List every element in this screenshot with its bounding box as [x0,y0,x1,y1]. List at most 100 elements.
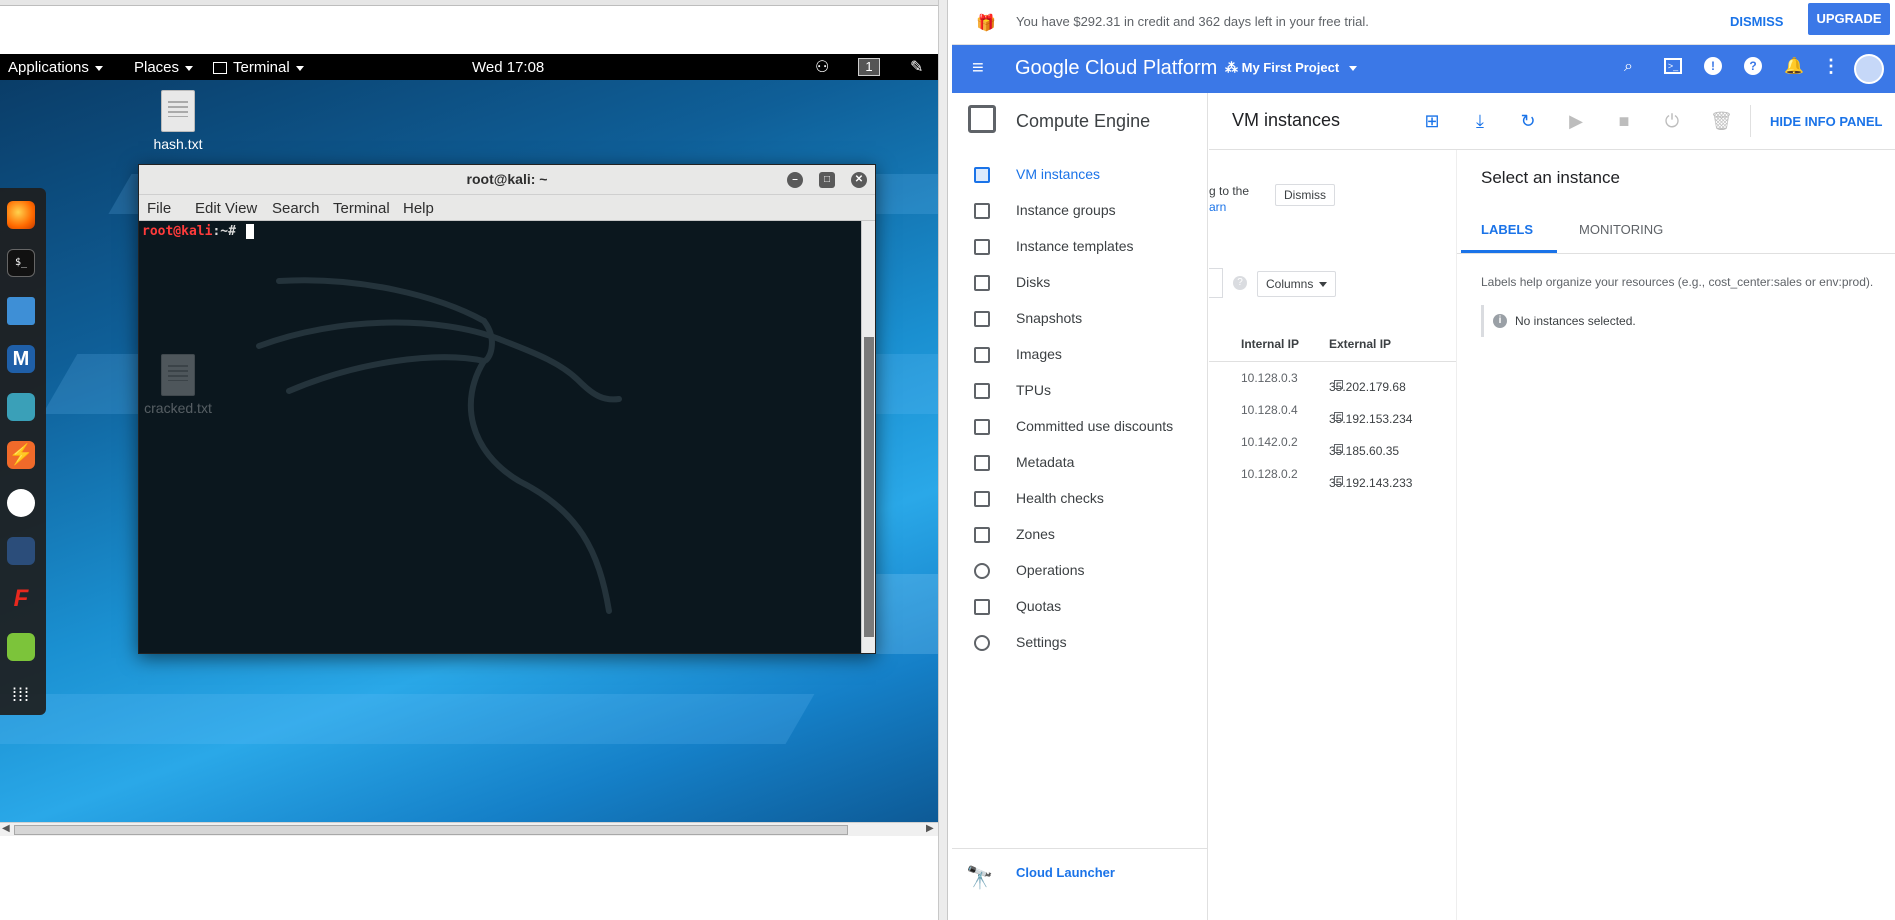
project-selector[interactable]: ⁂ My First Project [1225,60,1357,76]
alert-icon[interactable]: ! [1704,57,1722,75]
delete-icon[interactable]: 🗑 [1710,111,1733,131]
scrollbar-thumb[interactable] [864,337,874,637]
stop-icon[interactable]: ■ [1614,111,1634,131]
power-menu-icon[interactable]: ✎ [910,57,923,77]
menu-hamburger-icon[interactable]: ≡ [972,58,984,78]
filter-input[interactable] [1209,268,1223,298]
desktop-icon-cracked[interactable]: cracked.txt [143,354,213,416]
beef-icon[interactable] [7,537,35,565]
terminal-titlebar[interactable]: root@kali: ~ – □ ✕ [139,165,875,195]
banner-dismiss-button[interactable]: Dismiss [1275,184,1335,206]
faraday-icon[interactable]: F [7,585,35,613]
text-file-icon [161,354,195,396]
nav-instance-groups[interactable]: Instance groups [952,193,1208,229]
create-instance-icon[interactable]: ⊞ [1422,111,1442,131]
maltego-icon[interactable] [7,489,35,517]
internal-ip-header[interactable]: Internal IP [1241,337,1299,351]
table-row[interactable]: 10.128.0.3 35.202.179.68 [1209,362,1459,394]
nav-instance-templates[interactable]: Instance templates [952,229,1208,265]
close-button[interactable]: ✕ [851,172,867,188]
learn-more-link[interactable]: arn [1209,200,1226,214]
minimize-button[interactable]: – [787,172,803,188]
kali-dock: $_ M ⚡ F ⁞⁞⁞ [0,188,46,715]
search-icon[interactable]: ⌕ [1624,58,1633,76]
armitage-icon[interactable] [7,393,35,421]
columns-button[interactable]: Columns [1257,271,1337,297]
avatar[interactable] [1854,54,1884,84]
internal-ip: 10.128.0.2 [1241,467,1298,481]
gcp-brand[interactable]: Google Cloud Platform [1015,57,1217,80]
filter-help-icon[interactable]: ? [1233,276,1247,290]
disks-icon [974,275,990,291]
vm-horizontal-scrollbar[interactable]: ◀ ▶ [0,822,940,836]
tab-monitoring[interactable]: MONITORING [1579,222,1663,237]
upgrade-button[interactable]: UPGRADE [1808,3,1890,35]
cloud-launcher-link[interactable]: Cloud Launcher [1016,865,1115,880]
toolbar-divider [1750,105,1751,137]
workspace-indicator[interactable]: 1 [858,58,880,76]
discounts-icon [974,419,990,435]
nav-images[interactable]: Images [952,337,1208,373]
nav-quotas[interactable]: Quotas [952,589,1208,625]
nav-snapshots[interactable]: Snapshots [952,301,1208,337]
nav-vm-instances[interactable]: VM instances [952,157,1208,193]
table-row[interactable]: 10.128.0.4 35.192.153.234 [1209,394,1459,426]
labels-help-text: Labels help organize your resources (e.g… [1481,275,1874,289]
table-row[interactable]: 10.128.0.2 35.192.143.233 [1209,458,1459,490]
reset-icon[interactable]: ⏻ [1662,111,1682,131]
hide-info-panel-button[interactable]: HIDE INFO PANEL [1770,114,1882,129]
nav-operations[interactable]: Operations [952,553,1208,589]
menu-view[interactable]: View [225,200,257,217]
text-file-icon [161,90,195,132]
help-icon[interactable]: ? [1744,57,1762,75]
maximize-button[interactable]: □ [819,172,835,188]
nav-committed-use-discounts[interactable]: Committed use discounts [952,409,1208,445]
firefox-icon[interactable] [7,201,35,229]
scroll-right-arrow[interactable]: ▶ [926,823,934,834]
terminal-icon[interactable]: $_ [7,249,35,277]
cloud-shell-icon[interactable]: >_ [1664,58,1682,74]
terminal-scrollbar[interactable] [861,221,875,653]
more-vert-icon[interactable]: ⋮ [1822,56,1840,77]
gcp-console: 🎁 You have $292.31 in credit and 362 day… [952,0,1895,920]
menu-search[interactable]: Search [272,200,320,217]
show-apps-icon[interactable]: ⁞⁞⁞ [7,681,35,709]
nav-tpus[interactable]: TPUs [952,373,1208,409]
terminal-output[interactable]: root@kali:~# [139,221,861,653]
metasploit-icon[interactable]: M [7,345,35,373]
info-panel: Select an instance LABELS MONITORING Lab… [1456,150,1895,920]
people-icon[interactable]: ⚇ [815,57,829,77]
nav-zones[interactable]: Zones [952,517,1208,553]
scroll-left-arrow[interactable]: ◀ [2,823,10,834]
trial-banner: 🎁 You have $292.31 in credit and 362 day… [952,0,1895,45]
external-ip-header[interactable]: External IP [1329,337,1391,351]
import-vm-icon[interactable]: ⤓ [1470,111,1490,131]
desktop-icon-hash[interactable]: hash.txt [143,90,213,152]
refresh-icon[interactable]: ↻ [1518,111,1538,131]
table-row[interactable]: 10.142.0.2 35.185.60.35 [1209,426,1459,458]
tab-labels[interactable]: LABELS [1481,222,1533,237]
menu-terminal[interactable]: Terminal [333,200,390,217]
split-divider[interactable] [938,0,948,920]
terminal-app-menu[interactable]: Terminal [213,59,304,76]
start-icon[interactable]: ▶ [1566,111,1586,131]
nav-disks[interactable]: Disks [952,265,1208,301]
nav-health-checks[interactable]: Health checks [952,481,1208,517]
nav-settings[interactable]: Settings [952,625,1208,661]
menu-help[interactable]: Help [403,200,434,217]
scrollbar-thumb[interactable] [14,825,848,835]
leafpad-icon[interactable] [7,633,35,661]
nav-metadata[interactable]: Metadata [952,445,1208,481]
places-menu[interactable]: Places [134,59,194,76]
terminal-small-icon [213,62,227,75]
dismiss-trial-button[interactable]: DISMISS [1730,14,1783,29]
section-title: Compute Engine [1016,111,1151,131]
menu-file[interactable]: File [147,200,171,217]
clock[interactable]: Wed 17:08 [472,59,544,76]
tpus-icon [974,383,990,399]
files-icon[interactable] [7,297,35,325]
menu-edit[interactable]: Edit [195,200,221,217]
notifications-icon[interactable]: 🔔 [1784,56,1804,76]
applications-menu[interactable]: Applications [8,59,103,76]
burpsuite-icon[interactable]: ⚡ [7,441,35,469]
